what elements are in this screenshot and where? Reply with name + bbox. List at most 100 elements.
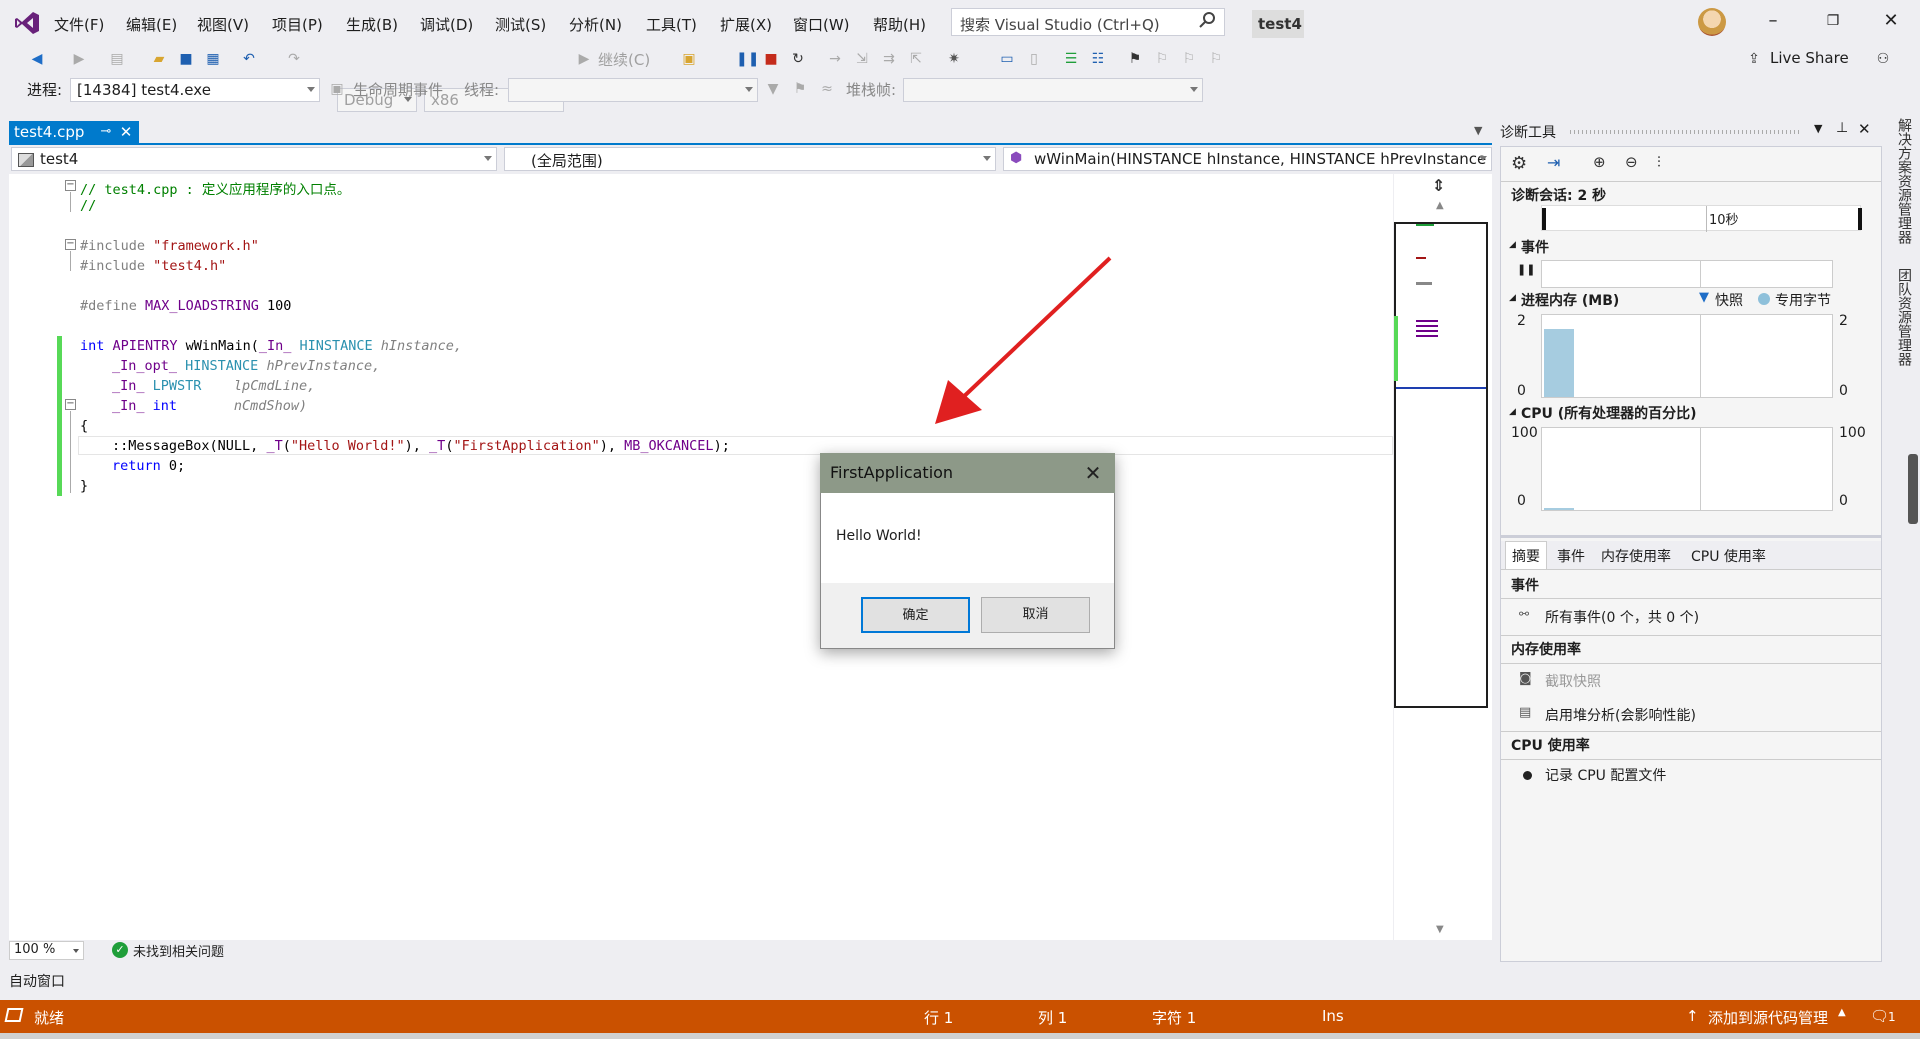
auto-window-title[interactable]: 自动窗口 — [9, 971, 65, 991]
tab-cpu-usage[interactable]: CPU 使用率 — [1691, 546, 1766, 566]
save-icon[interactable]: ■ — [177, 50, 195, 68]
forward-icon[interactable]: ▶ — [70, 50, 88, 68]
next-bookmark-icon[interactable]: ⚐ — [1180, 50, 1198, 68]
settings-icon[interactable]: ⚙ — [1511, 153, 1527, 174]
flag-thread-icon[interactable]: ⚑ — [791, 80, 809, 98]
minimize-button[interactable]: – — [1755, 6, 1791, 36]
fold-toggle-icon[interactable]: − — [65, 239, 76, 250]
menu-view[interactable]: 视图(V) — [197, 14, 249, 35]
function-select[interactable]: ⬢ wWinMain(HINSTANCE hInstance, HINSTANC… — [1003, 147, 1492, 171]
team-explorer-tab[interactable]: 团队资源管理器 — [1894, 268, 1914, 366]
panel-menu-icon[interactable]: ▼ — [1814, 122, 1822, 135]
scope-select[interactable]: (全局范围) — [504, 147, 996, 171]
open-folder-icon[interactable]: ▰ — [150, 50, 168, 68]
step-over-icon[interactable]: ⇉ — [880, 50, 898, 68]
zoom-in-icon[interactable]: ⊕ — [1593, 153, 1606, 171]
lifecycle-events-button[interactable]: 生命周期事件 — [353, 79, 443, 100]
attach-icon[interactable]: ▣ — [680, 50, 698, 68]
bookmark-icon[interactable]: ⚑ — [1126, 50, 1144, 68]
close-window-button[interactable]: ✕ — [1873, 6, 1909, 36]
search-input[interactable]: 搜索 Visual Studio (Ctrl+Q) — [951, 8, 1225, 36]
menu-edit[interactable]: 编辑(E) — [126, 14, 177, 35]
upload-icon[interactable]: ↑ — [1686, 1007, 1699, 1025]
avatar[interactable] — [1698, 8, 1726, 36]
tab-summary[interactable]: 摘要 — [1505, 541, 1547, 570]
issues-status[interactable]: 未找到相关问题 — [133, 941, 224, 960]
fold-toggle-icon[interactable]: − — [65, 399, 76, 410]
process-select[interactable]: [14384] test4.exe — [70, 78, 320, 102]
save-all-icon[interactable]: ▦ — [204, 50, 222, 68]
pin-panel-icon[interactable]: ⊥ — [1836, 120, 1848, 136]
menu-test[interactable]: 测试(S) — [495, 14, 546, 35]
memory-graph[interactable] — [1541, 314, 1833, 398]
lifecycle-icon[interactable]: ▣ — [328, 80, 346, 98]
all-events-link[interactable]: 所有事件(0 个，共 0 个) — [1545, 607, 1699, 627]
minimap[interactable] — [1394, 222, 1488, 708]
prev-bookmark-icon[interactable]: ⚐ — [1153, 50, 1171, 68]
source-control-caret-icon[interactable]: ▲ — [1838, 1007, 1846, 1018]
events-track[interactable] — [1541, 260, 1833, 288]
code-editor[interactable] — [9, 174, 1393, 940]
menu-tools[interactable]: 工具(T) — [646, 14, 697, 35]
show-next-statement-icon[interactable]: → — [826, 50, 844, 68]
continue-button[interactable]: 继续(C) — [598, 49, 650, 70]
stackframe-select[interactable] — [903, 78, 1203, 102]
heap-profiling-link[interactable]: 启用堆分析(会影响性能) — [1545, 705, 1696, 725]
indent-icon[interactable]: ☷ — [1089, 50, 1107, 68]
zoom-select[interactable]: 100 % — [9, 941, 84, 960]
project-select[interactable]: test4 — [11, 147, 497, 171]
record-cpu-profile-button[interactable]: 记录 CPU 配置文件 — [1545, 765, 1666, 785]
notification-icon[interactable]: 🗨 — [1870, 1007, 1889, 1025]
feedback-icon[interactable]: ⚇ — [1874, 50, 1892, 68]
scroll-down-icon[interactable]: ▼ — [1436, 924, 1444, 935]
close-panel-icon[interactable]: ✕ — [1858, 120, 1871, 138]
pause-events-icon[interactable]: ❚❚ — [1517, 263, 1535, 276]
restart-icon[interactable]: ↻ — [789, 50, 807, 68]
thread-select[interactable] — [508, 78, 758, 102]
undo-icon[interactable]: ↶ — [240, 50, 258, 68]
menu-build[interactable]: 生成(B) — [346, 14, 398, 35]
cancel-button[interactable]: 取消 — [981, 597, 1090, 633]
menu-project[interactable]: 项目(P) — [272, 14, 323, 35]
solution-explorer-tab[interactable]: 解决方案资源管理器 — [1894, 118, 1914, 244]
ok-button[interactable]: 确定 — [861, 597, 970, 633]
pin-icon[interactable]: ⊸ — [97, 121, 115, 143]
reset-zoom-icon[interactable]: ⫶ — [1657, 153, 1661, 171]
hot-reload-icon[interactable]: ✷ — [945, 50, 963, 68]
scroll-up-icon[interactable]: ▲ — [1436, 200, 1444, 211]
continue-icon[interactable]: ▶ — [575, 50, 593, 68]
fold-toggle-icon[interactable]: − — [65, 180, 76, 191]
split-icon[interactable]: ⇕ — [1432, 176, 1445, 195]
back-icon[interactable]: ◀ — [28, 50, 46, 68]
take-snapshot-button[interactable]: 截取快照 — [1545, 671, 1601, 691]
export-icon[interactable]: ⇥ — [1547, 153, 1560, 172]
menu-help[interactable]: 帮助(H) — [873, 14, 926, 35]
stop-icon[interactable]: ■ — [762, 50, 780, 68]
menu-analyze[interactable]: 分析(N) — [569, 14, 622, 35]
uncomment-icon[interactable]: ▯ — [1025, 50, 1043, 68]
rail-scroll-handle[interactable] — [1908, 454, 1918, 524]
search-icon[interactable] — [1197, 10, 1217, 30]
comment-icon[interactable]: ▭ — [998, 50, 1016, 68]
dialog-close-icon[interactable]: ✕ — [1080, 460, 1106, 486]
new-project-icon[interactable]: ▤ — [108, 50, 126, 68]
tab-overflow-icon[interactable]: ▼ — [1474, 124, 1482, 137]
clear-bookmark-icon[interactable]: ⚐ — [1207, 50, 1225, 68]
close-tab-icon[interactable]: ✕ — [116, 121, 136, 143]
step-into-icon[interactable]: ⇲ — [853, 50, 871, 68]
tab-events[interactable]: 事件 — [1557, 546, 1585, 566]
output-icon[interactable] — [4, 1008, 24, 1022]
live-share-button[interactable]: Live Share — [1770, 49, 1849, 67]
restore-button[interactable]: ❐ — [1815, 6, 1851, 36]
live-share-icon[interactable]: ⇪ — [1745, 50, 1763, 68]
menu-file[interactable]: 文件(F) — [54, 14, 104, 35]
cpu-graph[interactable] — [1541, 427, 1833, 511]
zoom-out-icon[interactable]: ⊖ — [1625, 153, 1638, 171]
step-out-icon[interactable]: ⇱ — [907, 50, 925, 68]
menu-debug[interactable]: 调试(D) — [420, 14, 473, 35]
filter-icon[interactable]: ▼ — [764, 80, 782, 98]
timeline-ruler[interactable]: 10秒 — [1541, 205, 1862, 232]
redo-icon[interactable]: ↷ — [285, 50, 303, 68]
menu-extensions[interactable]: 扩展(X) — [720, 14, 772, 35]
pause-icon[interactable]: ❚❚ — [736, 50, 759, 68]
